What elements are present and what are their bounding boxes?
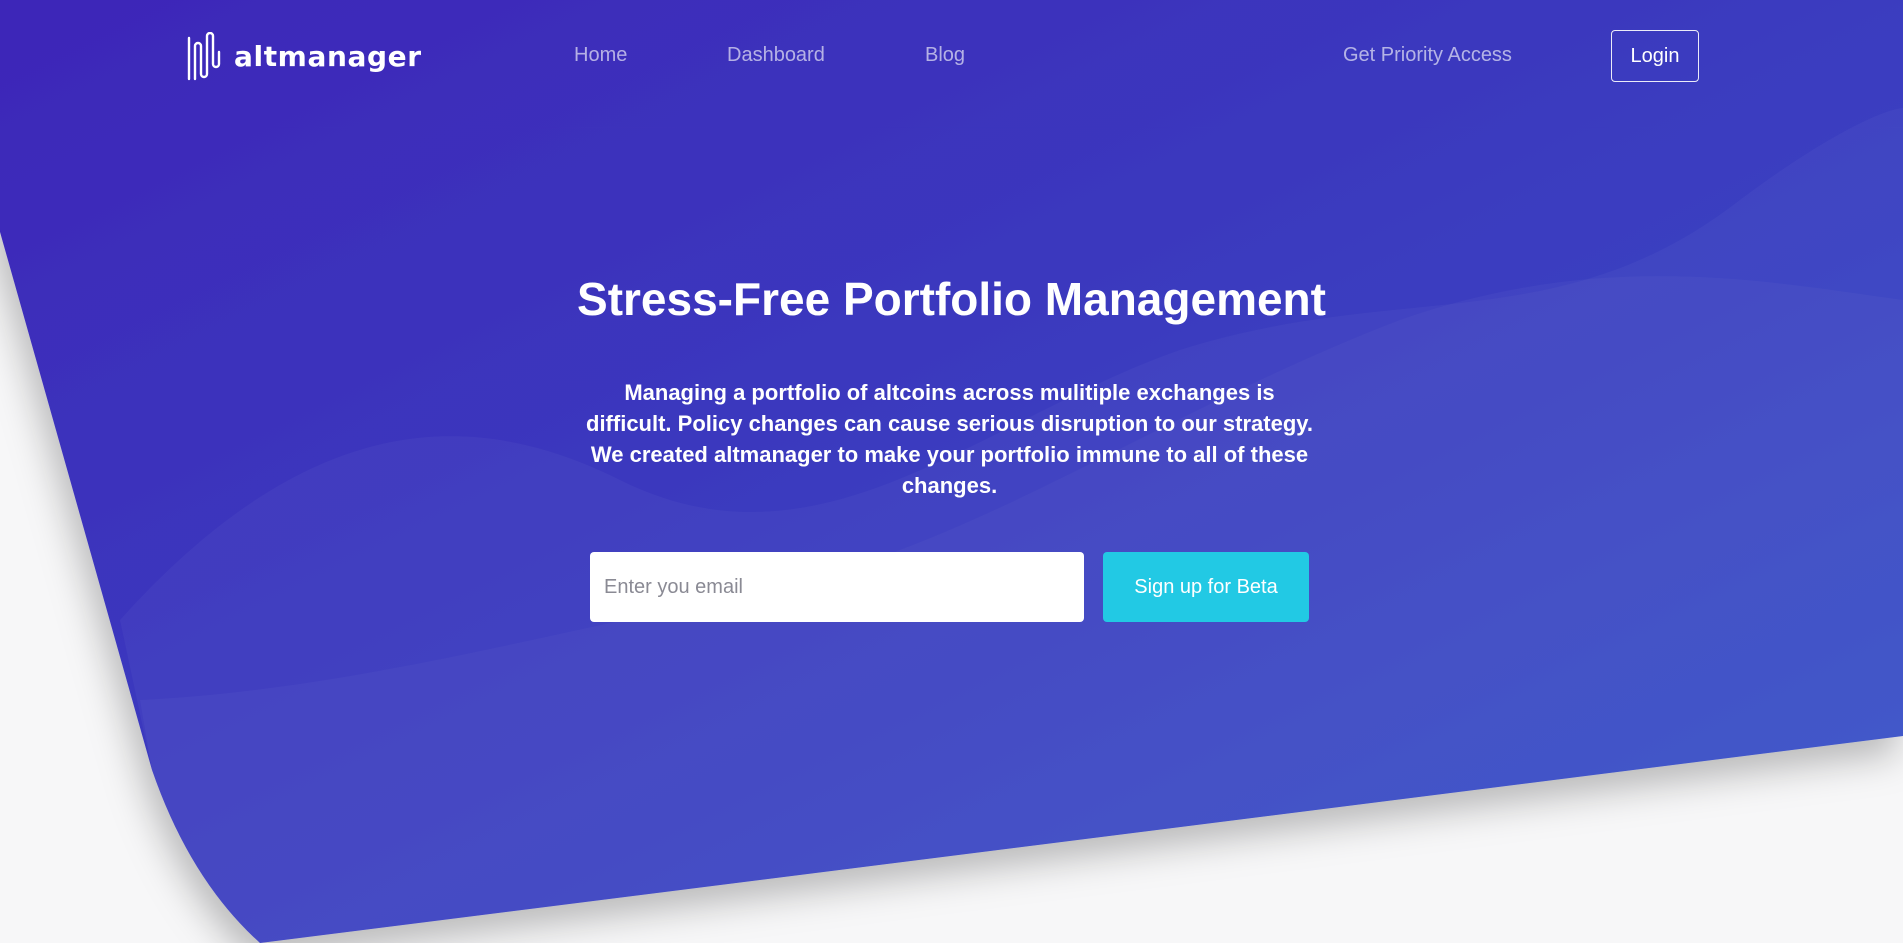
brand-logo[interactable]: altmanager [186,32,422,82]
signup-beta-button[interactable]: Sign up for Beta [1103,552,1309,622]
email-input[interactable] [590,552,1084,622]
top-nav: altmanager Home Dashboard Blog Get Prior… [0,0,1903,112]
nav-link-home[interactable]: Home [574,44,627,67]
login-button[interactable]: Login [1611,30,1699,82]
nav-link-priority-access[interactable]: Get Priority Access [1343,44,1512,67]
waveform-logo-icon [187,32,221,81]
hero-description: Managing a portfolio of altcoins across … [586,380,1313,498]
nav-link-blog[interactable]: Blog [925,44,965,67]
landing-page: altmanager Home Dashboard Blog Get Prior… [0,0,1903,943]
hero-title: Stress-Free Portfolio Management [577,273,1326,325]
brand-name: altmanager [234,39,422,73]
nav-link-dashboard[interactable]: Dashboard [727,44,825,67]
